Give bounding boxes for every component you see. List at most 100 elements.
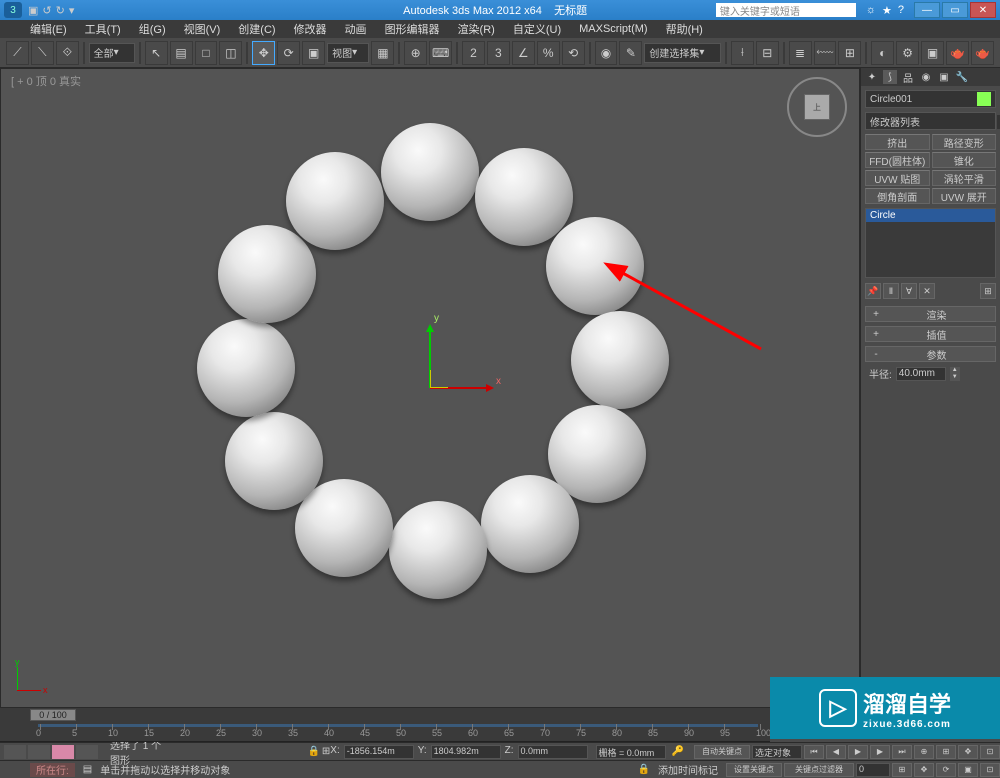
modifier-list-dropdown[interactable]: 修改器列表 — [865, 112, 996, 130]
snap-2d-icon[interactable]: 2 — [462, 41, 485, 65]
status-icon[interactable] — [4, 745, 26, 759]
sphere-object[interactable] — [225, 412, 323, 510]
time-tag-button[interactable]: 添加时间标记 — [650, 762, 726, 777]
qat-icon[interactable]: ↺ — [42, 4, 51, 17]
mod-btn-turbosmooth[interactable]: 涡轮平滑 — [932, 170, 997, 186]
rollout-render[interactable]: +渲染 — [865, 306, 996, 322]
sphere-object[interactable] — [481, 475, 579, 573]
qat-icon[interactable]: ↻ — [56, 4, 65, 17]
mod-btn-ffd[interactable]: FFD(圆柱体) — [865, 152, 930, 168]
unique-icon[interactable]: ∀ — [901, 283, 917, 299]
viewcube[interactable]: 上 — [787, 77, 847, 137]
sphere-object[interactable] — [546, 217, 644, 315]
remove-mod-icon[interactable]: ✕ — [919, 283, 935, 299]
mod-btn-extrude[interactable]: 挤出 — [865, 134, 930, 150]
menu-help[interactable]: 帮助(H) — [666, 21, 703, 37]
render-setup-icon[interactable]: ⚙ — [896, 41, 919, 65]
setkey-button[interactable]: 设置关键点 — [726, 763, 782, 777]
viewport-top[interactable]: [ + 0 顶 0 真实 上 y x y x — [0, 68, 860, 708]
align-icon[interactable]: ⊟ — [756, 41, 779, 65]
select-icon[interactable]: ↖ — [145, 41, 168, 65]
keyboard-icon[interactable]: ⌨ — [429, 41, 452, 65]
stack-item-circle[interactable]: Circle — [866, 209, 995, 222]
maximize-button[interactable]: ▭ — [942, 2, 968, 18]
next-frame-icon[interactable]: ▶ — [870, 745, 890, 759]
display-tab-icon[interactable]: ▣ — [937, 70, 951, 84]
help-icon[interactable]: ? — [898, 4, 904, 17]
link-icon[interactable]: ⟋ — [6, 41, 29, 65]
timeline-ruler[interactable]: 0510152025303540455055606570758085909510… — [0, 724, 770, 742]
move-icon[interactable]: ✥ — [252, 41, 275, 65]
key-icon[interactable]: 🔑 — [672, 746, 684, 757]
filter-dropdown[interactable]: 全部 ▾ — [89, 43, 135, 63]
nav-icon[interactable]: ✥ — [914, 763, 934, 777]
star-icon[interactable]: ★ — [882, 4, 892, 17]
menu-customize[interactable]: 自定义(U) — [513, 21, 561, 37]
nav-icon[interactable]: ⊡ — [980, 763, 1000, 777]
lock-icon[interactable]: 🔒 — [307, 746, 319, 757]
select-region-icon[interactable]: □ — [195, 41, 218, 65]
utilities-tab-icon[interactable]: 🔧 — [955, 70, 969, 84]
keyset-dropdown[interactable]: 选定对象 — [752, 745, 802, 759]
nav-icon[interactable]: ⊕ — [914, 745, 934, 759]
nav-icon[interactable]: ⊡ — [980, 745, 1000, 759]
sphere-object[interactable] — [381, 123, 479, 221]
configure-icon[interactable]: ⊞ — [980, 283, 996, 299]
prev-frame-icon[interactable]: ◀ — [826, 745, 846, 759]
manip-icon[interactable]: ⊕ — [404, 41, 427, 65]
select-name-icon[interactable]: ▤ — [170, 41, 193, 65]
menu-tools[interactable]: 工具(T) — [85, 21, 121, 37]
menu-group[interactable]: 组(G) — [139, 21, 166, 37]
window-crossing-icon[interactable]: ◫ — [219, 41, 242, 65]
search-input[interactable]: 键入关键字或短语 — [716, 3, 856, 17]
center-icon[interactable]: ▦ — [371, 41, 394, 65]
named-set-dropdown[interactable]: 创建选择集 ▾ — [644, 43, 721, 63]
nav-icon[interactable]: ⊞ — [936, 745, 956, 759]
menu-edit[interactable]: 编辑(E) — [30, 21, 67, 37]
menu-graph[interactable]: 图形编辑器 — [385, 21, 440, 37]
object-color-swatch[interactable] — [977, 92, 991, 106]
motion-tab-icon[interactable]: ◉ — [919, 70, 933, 84]
autokey-button[interactable]: 自动关键点 — [694, 745, 750, 759]
create-tab-icon[interactable]: ✦ — [865, 70, 879, 84]
mod-btn-uvwmap[interactable]: UVW 贴图 — [865, 170, 930, 186]
schematic-icon[interactable]: ⊞ — [838, 41, 861, 65]
play-icon[interactable]: ▶ — [848, 745, 868, 759]
status-icon[interactable] — [76, 745, 98, 759]
lock-icon[interactable]: 🔒 — [638, 764, 650, 775]
bind-icon[interactable]: ⟐ — [56, 41, 79, 65]
spinner-up-icon[interactable]: ▲ — [950, 367, 960, 374]
sphere-object[interactable] — [571, 311, 669, 409]
named-snap-icon[interactable]: ◉ — [595, 41, 618, 65]
material-editor-icon[interactable]: ◐ — [871, 41, 894, 65]
coord-y-field[interactable]: 1804.982m — [431, 745, 501, 759]
nav-icon[interactable]: ⟳ — [936, 763, 956, 777]
minimize-button[interactable]: — — [914, 2, 940, 18]
mirror-icon[interactable]: ⟊ — [731, 41, 754, 65]
unlink-icon[interactable]: ⟍ — [31, 41, 54, 65]
sphere-object[interactable] — [286, 152, 384, 250]
menu-maxscript[interactable]: MAXScript(M) — [579, 23, 647, 35]
spinner-down-icon[interactable]: ▼ — [950, 374, 960, 381]
close-button[interactable]: ✕ — [970, 2, 996, 18]
rollout-interp[interactable]: +插值 — [865, 326, 996, 342]
help-icon[interactable]: ☼ — [866, 4, 876, 17]
next-key-icon[interactable]: ⏭ — [892, 745, 912, 759]
coord-z-field[interactable]: 0.0mm — [518, 745, 588, 759]
keyfilter-button[interactable]: 关键点过滤器 — [784, 763, 854, 777]
modifier-stack[interactable]: Circle — [865, 208, 996, 278]
render-frame-icon[interactable]: ▣ — [921, 41, 944, 65]
nav-icon[interactable]: ✥ — [958, 745, 978, 759]
snap-percent-icon[interactable]: % — [537, 41, 560, 65]
rollout-params[interactable]: -参数 — [865, 346, 996, 362]
pin-stack-icon[interactable]: 📌 — [865, 283, 881, 299]
rotate-icon[interactable]: ⟳ — [277, 41, 300, 65]
modify-tab-icon[interactable]: ⟆ — [883, 70, 897, 84]
edit-set-icon[interactable]: ✎ — [619, 41, 642, 65]
coord-x-field[interactable]: -1856.154m — [344, 745, 414, 759]
coord-mode-icon[interactable]: ⊞ — [322, 746, 330, 757]
status-icon[interactable] — [28, 745, 50, 759]
sphere-object[interactable] — [197, 319, 295, 417]
mod-btn-uvwunwrap[interactable]: UVW 展开 — [932, 188, 997, 204]
sphere-object[interactable] — [389, 501, 487, 599]
